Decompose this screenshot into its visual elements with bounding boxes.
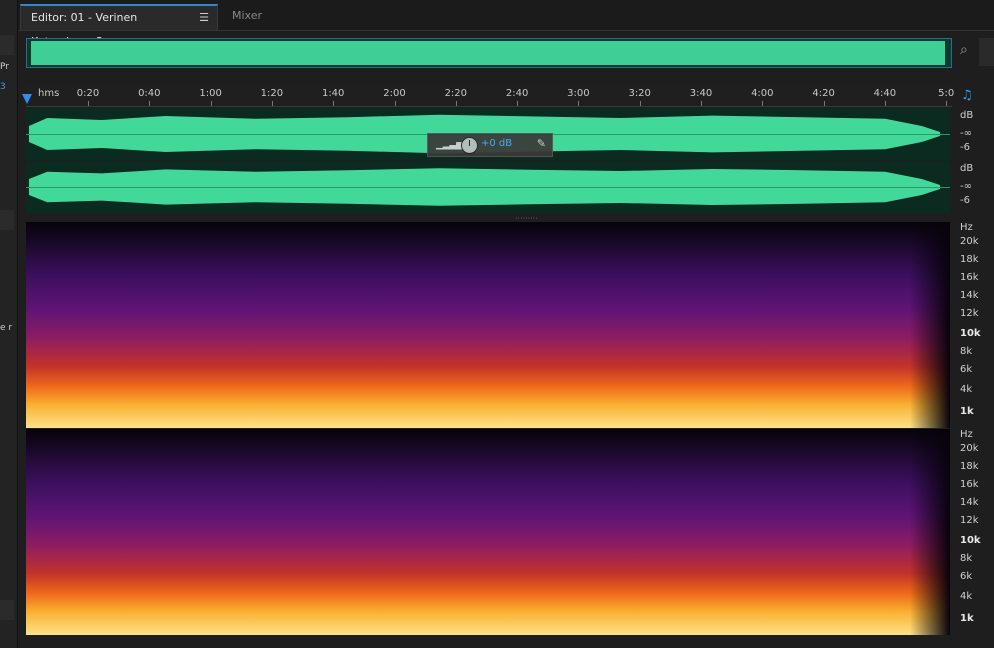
hz-tick-label: 12k <box>960 515 979 526</box>
ruler-tick-label: 3:00 <box>567 88 590 99</box>
ruler-tick <box>639 101 641 106</box>
hz-tick-label: 10k <box>960 328 981 339</box>
ruler-tick <box>210 101 212 106</box>
hz-tick-label: 10k <box>960 535 981 546</box>
hz-tick-label: 20k <box>960 236 979 247</box>
spectrogram-channel-left[interactable] <box>26 222 950 428</box>
hz-tick-label: 18k <box>960 461 979 472</box>
ruler-tick-label: 2:20 <box>444 88 468 99</box>
ruler-tick-label: 0:20 <box>76 88 100 99</box>
ruler-tick <box>455 101 457 106</box>
ruler-tick <box>333 101 335 106</box>
ruler-tick <box>578 101 580 106</box>
headphone-icon[interactable]: ♫ <box>961 88 975 103</box>
hz-unit-label: Hz <box>960 429 973 440</box>
db-unit-label: dB <box>960 110 974 121</box>
waveform-channel-right[interactable] <box>26 161 950 213</box>
ruler-tick <box>517 101 519 106</box>
ruler-unit: hms <box>38 88 60 99</box>
ruler-tick <box>884 101 886 106</box>
ruler-tick <box>88 101 89 106</box>
hamburger-menu-icon[interactable]: ☰ <box>199 6 209 30</box>
playhead-marker[interactable] <box>22 94 32 104</box>
ruler-tick <box>149 101 151 106</box>
ruler-tick-label: 4:00 <box>751 88 774 99</box>
db-inf-label: -∞ <box>960 181 972 192</box>
panel-block <box>0 35 14 55</box>
ruler-tick-label: 1:00 <box>199 88 222 99</box>
hz-tick-label: 18k <box>960 254 979 265</box>
db-six-label: -6 <box>960 195 970 206</box>
ruler-tick-label: 0:40 <box>138 88 161 99</box>
spectrogram-channel-right[interactable] <box>26 429 950 635</box>
overview-navigator[interactable] <box>26 38 952 68</box>
hz-axis-left: Hz 20k 18k 16k 14k 12k 10k 8k 6k 4k 1k <box>952 222 994 428</box>
db-unit-label: dB <box>960 163 974 174</box>
ruler-tick-label: 2:40 <box>505 88 529 99</box>
panel-label-b: 3 <box>0 82 6 92</box>
panel-block <box>0 600 14 620</box>
hz-tick-label: 12k <box>960 308 979 319</box>
hz-tick-label: 4k <box>960 591 973 602</box>
ruler-tick <box>946 101 948 106</box>
amplitude-hud[interactable]: ▁▂▃▅ +0 dB ✎ <box>427 133 553 157</box>
waveform-centerline <box>26 187 950 188</box>
tab-editor[interactable]: Editor: 01 - Verinen Katarsis.mp3 ☰ <box>20 4 218 48</box>
zoom-icon[interactable]: ⌕ <box>960 42 978 60</box>
time-ruler[interactable]: hms 0:20 0:40 1:00 1:20 1:40 2:00 2:20 2:40 3:00… <box>26 84 955 107</box>
panel-label-a: Pr <box>0 62 9 72</box>
ruler-tick <box>762 101 764 106</box>
hz-unit-label: Hz <box>960 222 973 233</box>
hz-tick-label: 14k <box>960 290 979 301</box>
hz-tick-label: 14k <box>960 497 979 508</box>
overview-waveform <box>31 41 945 65</box>
db-axis-left: dB -∞ -6 <box>952 108 994 160</box>
panel-label-c: e r <box>0 323 13 333</box>
db-axis-right: dB -∞ -6 <box>952 161 994 213</box>
ruler-tick-label: 3:40 <box>689 88 713 99</box>
db-six-label: -6 <box>960 142 970 153</box>
hz-axis-right: Hz 20k 18k 16k 14k 12k 10k 8k 6k 4k 1k <box>952 429 994 635</box>
hz-tick-label: 20k <box>960 443 979 454</box>
right-panel-edge <box>979 38 994 66</box>
tab-mixer[interactable]: Mixer <box>222 4 302 30</box>
hz-tick-label: 6k <box>960 364 973 375</box>
hz-tick-label: 1k <box>960 406 974 417</box>
hz-tick-label: 16k <box>960 479 979 490</box>
ruler-tick <box>823 101 825 106</box>
ruler-tick <box>271 101 273 106</box>
ruler-tick-label: 4:40 <box>873 88 897 99</box>
spectrogram-fade <box>910 222 950 428</box>
db-inf-label: -∞ <box>960 128 972 139</box>
hz-tick-label: 16k <box>960 272 979 283</box>
ruler-tick-label: 1:20 <box>260 88 284 99</box>
hz-tick-label: 8k <box>960 346 973 357</box>
hz-tick-label: 8k <box>960 553 973 564</box>
ruler-tick <box>394 101 396 106</box>
level-meter-icon: ▁▂▃▅ <box>436 139 464 150</box>
volume-knob[interactable] <box>461 137 478 154</box>
hz-tick-label: 6k <box>960 571 973 582</box>
hz-tick-label: 4k <box>960 384 973 395</box>
ruler-tick-label: 4:20 <box>812 88 835 99</box>
ruler-tick <box>701 101 702 106</box>
ruler-tick-label: 3:20 <box>628 88 651 99</box>
pin-icon[interactable]: ✎ <box>537 137 546 150</box>
tab-mixer-label: Mixer <box>232 9 263 22</box>
spectrogram-fade <box>910 429 950 635</box>
editor-tab-bar: Editor: 01 - Verinen Katarsis.mp3 ☰ Mixe… <box>18 0 994 48</box>
panel-block <box>0 210 14 230</box>
ruler-tick-label: 2:00 <box>383 88 406 99</box>
left-panel-edge: Pr 3 e r <box>0 0 18 648</box>
hz-tick-label: 1k <box>960 613 974 624</box>
hud-value: +0 dB <box>481 138 513 149</box>
ruler-tick-label: 5:0 <box>938 88 955 99</box>
ruler-tick-label: 1:40 <box>321 88 345 99</box>
